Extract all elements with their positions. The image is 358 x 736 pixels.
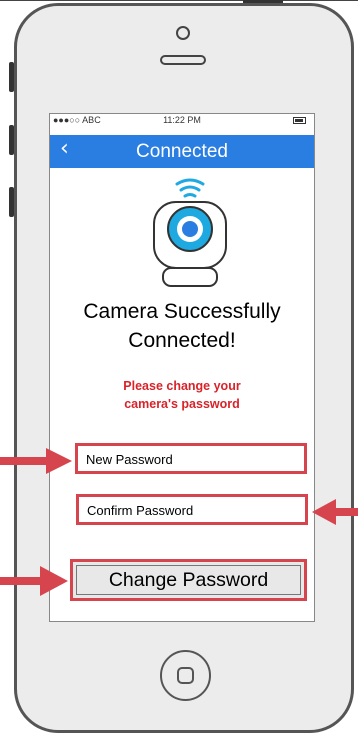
battery-icon — [293, 117, 306, 124]
home-square-icon — [177, 667, 194, 684]
wifi-camera-icon — [153, 178, 227, 287]
arrow-right-icon — [0, 566, 68, 596]
speaker-grille — [160, 55, 206, 65]
instruction-line-2: camera's password — [124, 397, 240, 411]
nav-bar: ‹ Connected — [50, 135, 314, 168]
success-line-1: Camera Successfully — [83, 300, 281, 323]
change-password-button[interactable]: Change Password — [70, 559, 307, 601]
phone-screen: ●●●○○ ABC 11:22 PM ‹ Connected Camera Su… — [49, 113, 315, 622]
mockup-canvas: ●●●○○ ABC 11:22 PM ‹ Connected Camera Su… — [0, 0, 358, 736]
page-title: Connected — [136, 141, 228, 162]
new-password-field[interactable]: New Password — [75, 443, 307, 474]
instruction-line-1: Please change your — [123, 379, 241, 393]
success-message: Camera Successfully Connected! — [50, 297, 314, 355]
home-button[interactable] — [160, 650, 211, 701]
confirm-password-field[interactable]: Confirm Password — [76, 494, 308, 525]
success-line-2: Connected! — [128, 329, 236, 352]
password-instruction: Please change your camera's password — [50, 377, 314, 413]
status-bar: ●●●○○ ABC 11:22 PM — [50, 114, 314, 128]
arrow-right-icon — [0, 448, 72, 474]
change-password-label: Change Password — [108, 569, 269, 591]
wifi-icon — [175, 178, 205, 198]
arrow-left-icon — [312, 499, 358, 525]
status-time: 11:22 PM — [163, 115, 201, 125]
front-camera-icon — [176, 26, 190, 40]
